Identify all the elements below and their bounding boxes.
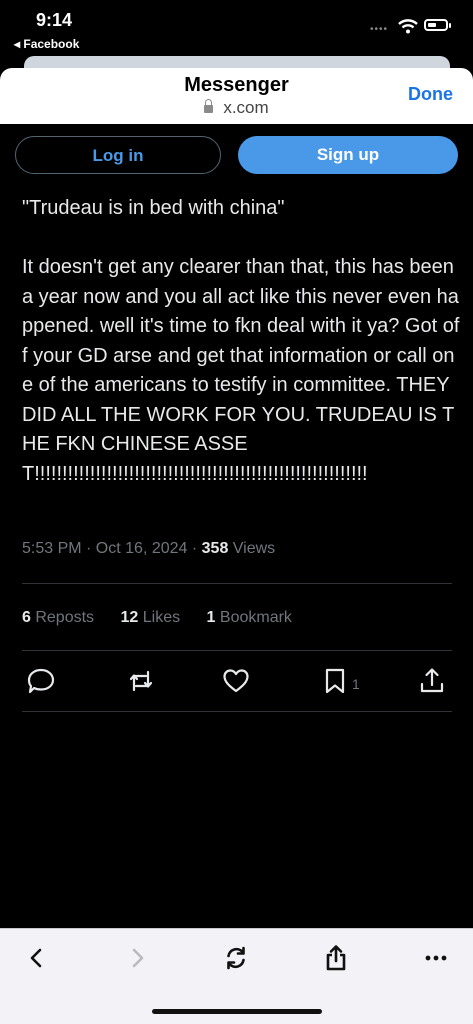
battery-icon (424, 19, 448, 31)
tweet-timestamp[interactable]: 5:53 PM · Oct 16, 2024 · 358 Views (22, 540, 275, 558)
share-icon[interactable] (417, 666, 447, 696)
reposts-stat[interactable]: 6 Reposts (22, 609, 94, 626)
likes-stat[interactable]: 12 Likes (121, 609, 181, 626)
auth-bar: Log in Sign up (0, 124, 473, 186)
more-icon[interactable] (421, 943, 451, 973)
chevron-left-icon[interactable] (22, 943, 52, 973)
timestamp-text: 5:53 PM · Oct 16, 2024 · (22, 540, 202, 557)
back-to-app-link[interactable]: ◂ Facebook (14, 37, 79, 51)
reply-icon[interactable] (26, 666, 56, 696)
url-text: x.com (223, 98, 269, 117)
browser-sheet-header: Messenger x.com Done (0, 68, 473, 124)
like-icon[interactable] (221, 666, 251, 696)
divider (22, 583, 452, 584)
views-label: Views (228, 540, 276, 557)
signup-button[interactable]: Sign up (238, 136, 458, 174)
battery-tip (449, 23, 451, 28)
wifi-icon (398, 19, 418, 34)
status-time: 9:14 (36, 10, 73, 30)
home-indicator[interactable] (152, 1009, 322, 1014)
status-bar: 9:14 ◂ Facebook •••• (0, 0, 473, 56)
address-bar[interactable]: x.com (0, 98, 473, 118)
divider (22, 711, 452, 712)
repost-icon[interactable] (126, 666, 156, 696)
tweet-text: "Trudeau is in bed with china" It doesn'… (22, 197, 460, 485)
likes-label: Likes (138, 609, 181, 626)
likes-count: 12 (120, 609, 139, 626)
divider (22, 650, 452, 651)
share-icon[interactable] (321, 943, 351, 973)
engagement-stats: 6 Reposts 12 Likes 1 Bookmark (22, 609, 314, 627)
done-button[interactable]: Done (408, 84, 453, 105)
reload-icon[interactable] (221, 943, 251, 973)
login-button[interactable]: Log in (15, 136, 221, 174)
cellular-signal-icon: •••• (370, 24, 389, 35)
bookmark-count: 1 (352, 676, 360, 692)
tweet-actions (0, 666, 473, 698)
sheet-title: Messenger (184, 74, 289, 96)
reposts-label: Reposts (30, 609, 95, 626)
bookmarks-label: Bookmark (215, 609, 292, 626)
views-count: 358 (201, 540, 229, 557)
reposts-count: 6 (22, 609, 31, 626)
bookmark-icon[interactable] (320, 666, 350, 696)
bookmarks-stat[interactable]: 1 Bookmark (207, 609, 292, 626)
lock-icon (204, 99, 214, 113)
chevron-right-icon[interactable] (122, 943, 152, 973)
